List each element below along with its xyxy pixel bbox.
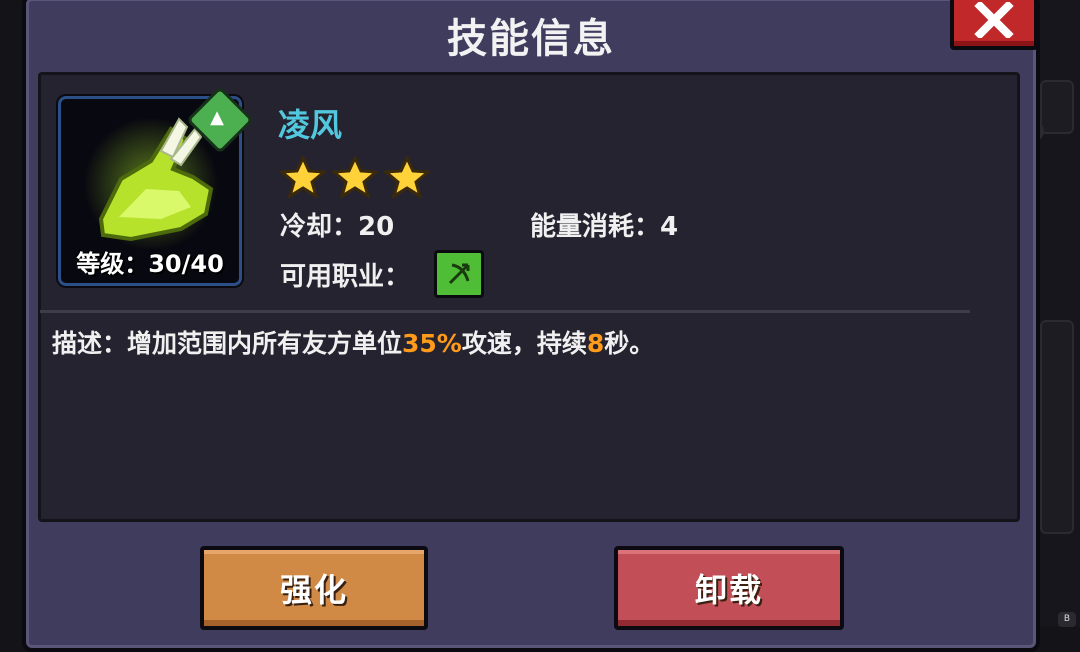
background-panel-chip xyxy=(1040,80,1074,134)
usable-class-label: 可用职业： xyxy=(280,262,411,292)
cooldown-stat: 冷却：20 xyxy=(280,212,395,242)
dialog-title: 技能信息 xyxy=(447,16,615,62)
bow-icon xyxy=(434,250,484,298)
divider xyxy=(40,310,970,313)
energy-cost-stat: 能量消耗：4 xyxy=(530,212,679,242)
b-key-hint: B xyxy=(1058,612,1076,627)
arrow-up-icon: ▲ xyxy=(210,107,224,128)
attack-speed-value: 35% xyxy=(402,329,462,358)
star-icon xyxy=(332,156,378,198)
upgrade-button[interactable]: 强化 xyxy=(200,546,428,630)
close-button[interactable] xyxy=(950,0,1038,50)
close-x-icon xyxy=(974,2,1014,38)
skill-name: 凌风 xyxy=(278,106,343,144)
star-icon xyxy=(280,156,326,198)
skill-description: 描述：增加范围内所有友方单位35%攻速，持续8秒。 xyxy=(52,329,655,358)
star-rating xyxy=(280,156,430,198)
skill-level: 等级：30/40 xyxy=(76,250,224,278)
star-icon xyxy=(384,156,430,198)
duration-value: 8 xyxy=(586,329,605,358)
unequip-button[interactable]: 卸载 xyxy=(614,546,844,630)
background-panel-chip xyxy=(1040,320,1074,534)
